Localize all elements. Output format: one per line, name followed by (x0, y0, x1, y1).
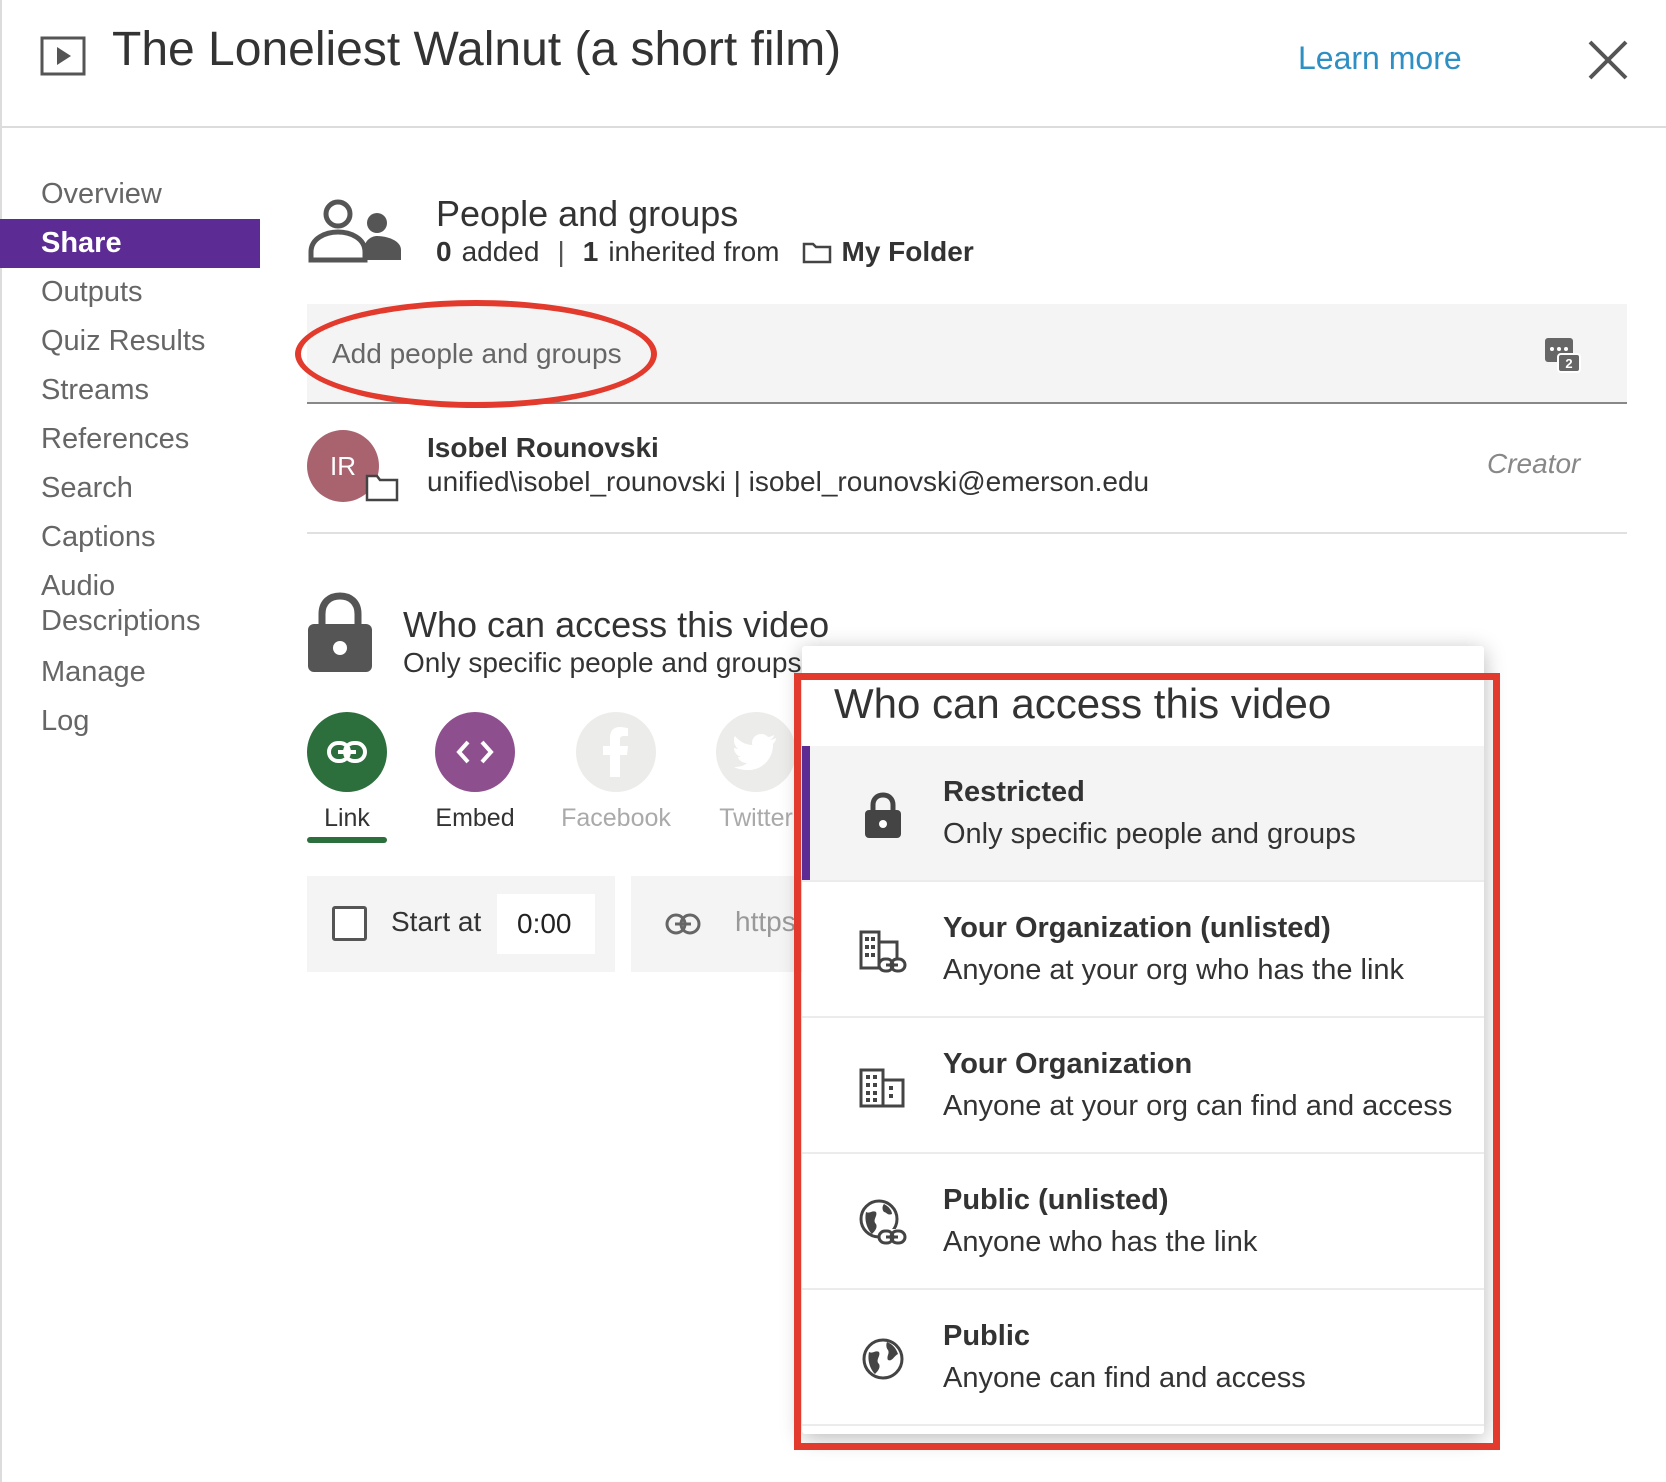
share-url-field[interactable]: https (631, 876, 811, 972)
active-tab-indicator (307, 837, 387, 843)
inherited-count: 1 (582, 236, 599, 267)
people-groups-title: People and groups (436, 193, 739, 234)
share-embed-button[interactable]: Embed (410, 712, 540, 833)
person-name: Isobel Rounovski (427, 432, 659, 463)
person-role: Creator (1487, 448, 1581, 479)
share-url-text: https (735, 906, 796, 937)
folder-icon (802, 242, 831, 264)
embed-circle (435, 712, 515, 792)
share-embed-label: Embed (435, 804, 515, 832)
sidebar-item-captions[interactable]: Captions (0, 513, 260, 562)
facebook-icon (603, 727, 628, 777)
share-facebook-label: Facebook (561, 804, 671, 832)
twitter-circle (716, 712, 796, 792)
sidebar-item-streams[interactable]: Streams (0, 366, 260, 415)
access-current-level[interactable]: Only specific people and groups (403, 647, 801, 679)
start-at-option: Start at (307, 876, 615, 972)
added-label: added (461, 236, 540, 267)
close-icon[interactable] (1584, 36, 1632, 84)
sidebar-item-log[interactable]: Log (0, 697, 260, 746)
link-icon (327, 741, 367, 763)
contacts-count-icon[interactable]: 2 (1542, 334, 1582, 374)
folder-name: My Folder (841, 236, 974, 267)
twitter-icon (734, 734, 776, 770)
sidebar-item-search[interactable]: Search (0, 464, 260, 513)
learn-more-link[interactable]: Learn more (1298, 40, 1462, 77)
added-count: 0 (436, 236, 452, 267)
sidebar-item-references[interactable]: References (0, 415, 260, 464)
video-icon (40, 36, 86, 76)
people-groups-summary: 0 added | 1 inherited from My Folder (436, 236, 974, 268)
folder-badge-icon (365, 474, 399, 502)
sidebar-item-manage[interactable]: Manage (0, 648, 260, 697)
person-detail: unified\isobel_rounovski | isobel_rounov… (427, 466, 1150, 497)
start-at-checkbox[interactable] (332, 906, 367, 941)
share-facebook-button[interactable]: Facebook (551, 712, 681, 833)
access-title: Who can access this video (403, 604, 830, 645)
inherited-label: inherited from (608, 236, 780, 267)
start-at-label: Start at (391, 906, 482, 937)
dialog-header: The Loneliest Walnut (a short film) Lear… (0, 0, 1666, 128)
link-icon (665, 913, 701, 935)
sidebar-item-quiz-results[interactable]: Quiz Results (0, 317, 260, 366)
page-title: The Loneliest Walnut (a short film) (112, 23, 842, 76)
share-link-label: Link (324, 804, 370, 832)
sidebar-item-outputs[interactable]: Outputs (0, 268, 260, 317)
sidebar-item-audio-descriptions[interactable]: Audio Descriptions (0, 562, 240, 648)
annotation-ellipse (295, 300, 657, 408)
annotation-rectangle (794, 673, 1500, 1450)
facebook-circle (576, 712, 656, 792)
share-link-button[interactable]: Link (282, 712, 412, 833)
embed-code-icon (456, 740, 494, 764)
person-row: IR Isobel Rounovski unified\isobel_rouno… (307, 404, 1627, 534)
sidebar-item-share[interactable]: Share (0, 219, 260, 268)
sidebar-nav: Overview Share Outputs Quiz Results Stre… (0, 170, 260, 746)
link-circle (307, 712, 387, 792)
separator: | (557, 236, 565, 267)
lock-icon (308, 592, 372, 672)
svg-text:2: 2 (1565, 356, 1572, 371)
sidebar-item-overview[interactable]: Overview (0, 170, 260, 219)
start-time-input[interactable] (497, 894, 595, 954)
people-groups-icon (308, 199, 401, 263)
